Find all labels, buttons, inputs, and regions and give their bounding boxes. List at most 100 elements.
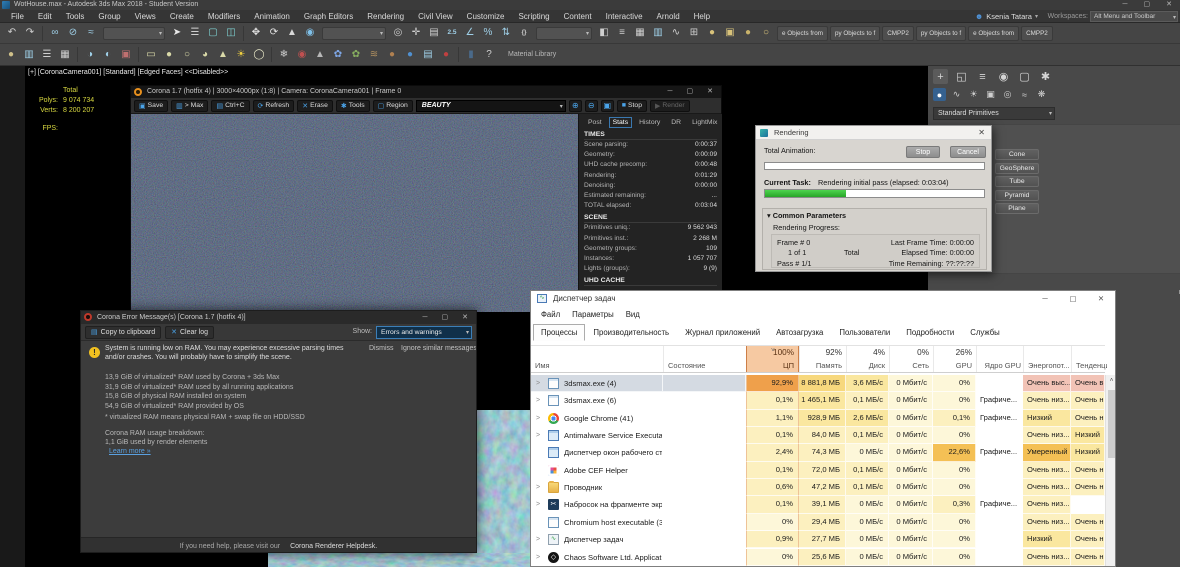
stop-button[interactable]: Stop (906, 146, 940, 158)
table-row[interactable]: >Antimalware Service Executable0,1%84,0 … (531, 427, 1105, 444)
object-button-pyramid[interactable]: Pyramid (995, 190, 1039, 201)
menu-item-modifiers[interactable]: Modifiers (201, 10, 247, 23)
render-channel-dropdown[interactable]: BEAUTY ▾ (416, 100, 566, 112)
maximize-icon[interactable]: ▢ (1144, 0, 1151, 10)
table-row[interactable]: Диспетчер окон рабочего стола2,4%74,3 МБ… (531, 444, 1105, 461)
copy-button[interactable]: ▤Ctrl+C (211, 100, 249, 112)
table-row[interactable]: >3dsmax.exe (4)92,9%8 881,8 МБ3,6 МБ/с0 … (531, 375, 1105, 392)
motion-tab-icon[interactable]: ◉ (996, 69, 1011, 84)
ignore-similar-button[interactable]: Ignore similar messages (401, 345, 477, 352)
expander-icon[interactable]: > (536, 496, 540, 513)
maximize-icon[interactable]: ▢ (687, 86, 694, 98)
clear-log-button[interactable]: ✕Clear log (165, 326, 214, 339)
object-button-plane[interactable]: Plane (995, 203, 1039, 214)
object-button-tube[interactable]: Tube (995, 176, 1039, 187)
keyboard-override-icon[interactable]: ▤ (425, 25, 443, 42)
red-marker-icon[interactable]: ● (437, 46, 455, 63)
expander-icon[interactable]: > (536, 375, 540, 392)
redo-icon[interactable]: ↷ (21, 25, 39, 42)
align-icon[interactable]: ≡ (613, 25, 631, 42)
cylinder-primitive-icon[interactable]: ○ (178, 46, 196, 63)
table-row[interactable]: >Google Chrome (41)1,1%928,9 МБ2,6 МБ/с0… (531, 410, 1105, 427)
column-header-network[interactable]: 0%Сеть (889, 346, 933, 372)
create-tab-icon[interactable]: + (933, 69, 948, 84)
rotate-icon[interactable]: ⟳ (265, 25, 283, 42)
maximize-icon[interactable]: ▢ (1059, 291, 1087, 307)
lights-category-icon[interactable]: ☀ (967, 88, 980, 101)
column-header-gpu[interactable]: 26%GPU (933, 346, 976, 372)
zoom-fit-button[interactable]: ▣ (601, 100, 614, 112)
tab-tm-4[interactable]: Пользователи (831, 324, 898, 341)
utilities-tab-icon[interactable]: ✱ (1038, 69, 1053, 84)
zoom-in-button[interactable]: ⊕ (569, 100, 582, 112)
rain-icon[interactable]: ❄ (275, 46, 293, 63)
move-icon[interactable]: ✥ (247, 25, 265, 42)
crossing-select-icon[interactable]: ◫ (222, 25, 240, 42)
menu-item-edit[interactable]: Edit (31, 10, 59, 23)
scale-icon[interactable]: ▲ (283, 25, 301, 42)
material-list-icon[interactable]: ☰ (38, 46, 56, 63)
minimize-icon[interactable]: ─ (668, 86, 673, 98)
bird-icon[interactable]: ≋ (365, 46, 383, 63)
motion-icon[interactable]: ◐ (99, 46, 117, 63)
expander-icon[interactable]: > (536, 549, 540, 566)
use-pivot-icon[interactable]: ◎ (389, 25, 407, 42)
region-button[interactable]: ▢Region (373, 100, 413, 112)
rendering-dialog-titlebar[interactable]: Rendering ✕ (756, 126, 991, 140)
zoom-out-button[interactable]: ⊖ (585, 100, 598, 112)
snap-25d-icon[interactable]: 2.5 (443, 25, 461, 42)
save-button[interactable]: ▣Save (134, 100, 168, 112)
minimize-icon[interactable]: ─ (1031, 291, 1059, 307)
object-button-cone[interactable]: Cone (995, 149, 1039, 160)
menu-item-rendering[interactable]: Rendering (360, 10, 411, 23)
pot-icon[interactable]: ● (383, 46, 401, 63)
camera-icon[interactable]: ▣ (117, 46, 135, 63)
column-header-status[interactable]: Состояние (663, 346, 746, 372)
box-primitive-icon[interactable]: ▭ (142, 46, 160, 63)
render-button[interactable]: ▶Render (650, 100, 690, 112)
sun-icon[interactable]: ☀ (232, 46, 250, 63)
curve-editor-icon[interactable]: ∿ (667, 25, 685, 42)
light-icon[interactable]: ◑ (81, 46, 99, 63)
select-manipulate-icon[interactable]: ✛ (407, 25, 425, 42)
table-row[interactable]: >◇Chaos Software Ltd. Application...0%25… (531, 549, 1105, 566)
menu-item-customize[interactable]: Customize (460, 10, 512, 23)
menu-item-group[interactable]: Group (91, 10, 127, 23)
menu-item-arnold[interactable]: Arnold (650, 10, 687, 23)
script-button-2[interactable]: py Objects to f (830, 26, 880, 41)
tm-menu-item[interactable]: Вид (620, 310, 646, 319)
send-to-max-button[interactable]: ▥> Max (171, 100, 208, 112)
cone-primitive-icon[interactable]: ▲ (214, 46, 232, 63)
menu-item-create[interactable]: Create (163, 10, 201, 23)
sphere-primitive-icon[interactable]: ● (160, 46, 178, 63)
tab-tm-3[interactable]: Автозагрузка (768, 324, 831, 341)
teapot-primitive-icon[interactable]: ◕ (196, 46, 214, 63)
viewport-label[interactable]: [+] [CoronaCamera001] [Standard] [Edged … (28, 69, 228, 76)
helpers-category-icon[interactable]: ◎ (1001, 88, 1014, 101)
spinner-snap-icon[interactable]: ⇅ (497, 25, 515, 42)
column-header-name[interactable]: Имя (531, 346, 663, 372)
placement-icon[interactable]: ◉ (301, 25, 319, 42)
teapot-icon[interactable]: ● (2, 46, 20, 63)
help-icon[interactable]: ? (480, 46, 498, 63)
task-manager-titlebar[interactable]: ∿ Диспетчер задач ─ ▢ ✕ (531, 291, 1115, 307)
column-header-power[interactable]: Энергопот... (1023, 346, 1071, 372)
script-button-1[interactable]: e Objects from (777, 26, 828, 41)
bind-spacewarp-icon[interactable]: ≈ (82, 25, 100, 42)
script-button-6[interactable]: CMPP2 (1021, 26, 1053, 41)
cameras-category-icon[interactable]: ▣ (984, 88, 997, 101)
corona-tab-post[interactable]: Post (584, 117, 606, 128)
schematic-view-icon[interactable]: ⊞ (685, 25, 703, 42)
helpdesk-link[interactable]: Corona Renderer Helpdesk. (290, 543, 377, 550)
selection-filter-dropdown[interactable]: ▾ (103, 27, 165, 40)
percent-snap-icon[interactable]: % (479, 25, 497, 42)
close-icon[interactable]: ✕ (707, 86, 713, 98)
close-icon[interactable]: ✕ (462, 311, 468, 324)
workspace-dropdown[interactable]: Alt Menu and Toolbar ▾ (1090, 11, 1178, 22)
rect-select-icon[interactable]: ▢ (204, 25, 222, 42)
show-filter-dropdown[interactable]: Errors and warnings ▾ (376, 326, 472, 339)
close-icon[interactable]: ✕ (1087, 291, 1115, 307)
select-link-icon[interactable]: ∞ (46, 25, 64, 42)
scene-explorer-icon[interactable]: ▥ (649, 25, 667, 42)
common-parameters-rollout[interactable]: ▾ Common Parameters Rendering Progress: … (762, 208, 987, 270)
